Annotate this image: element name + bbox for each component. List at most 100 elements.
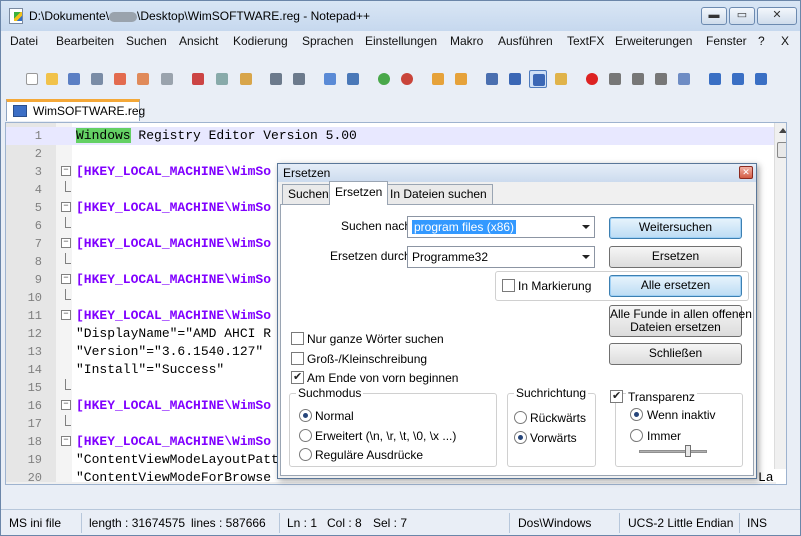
menu-datei[interactable]: Datei xyxy=(10,34,38,48)
menu-ausfuehren[interactable]: Ausführen xyxy=(498,34,553,48)
line-number: 18 xyxy=(27,435,42,449)
mode-regex-radio[interactable] xyxy=(299,448,312,461)
mode-extended-radio[interactable] xyxy=(299,429,312,442)
wrap-around-checkbox[interactable] xyxy=(291,370,304,384)
menu-erweiterungen[interactable]: Erweiterungen xyxy=(615,34,692,48)
word-wrap-icon[interactable] xyxy=(483,70,501,88)
tab-in-dateien-suchen[interactable]: In Dateien suchen xyxy=(384,184,493,204)
fold-toggle-icon[interactable]: − xyxy=(61,436,71,446)
scroll-up-icon[interactable] xyxy=(779,128,786,133)
menu-ansicht[interactable]: Ansicht xyxy=(179,34,218,48)
horizontal-scrollbar[interactable] xyxy=(6,482,776,485)
cut-icon[interactable] xyxy=(189,70,207,88)
user-lang-icon[interactable] xyxy=(552,70,570,88)
save-all-icon[interactable] xyxy=(88,70,106,88)
fold-toggle-icon[interactable]: − xyxy=(61,310,71,320)
fold-toggle-icon[interactable]: − xyxy=(61,400,71,410)
fold-toggle-icon[interactable]: − xyxy=(61,274,71,284)
find-next-button[interactable]: Weitersuchen xyxy=(609,217,742,239)
in-selection-checkbox[interactable] xyxy=(502,279,515,292)
fold-toggle-icon[interactable]: − xyxy=(61,166,71,176)
document-tabs: WimSOFTWARE.reg xyxy=(1,99,800,121)
arrow-up-icon[interactable] xyxy=(729,70,747,88)
minimize-button[interactable]: ▬ xyxy=(701,7,727,25)
transparency-slider[interactable] xyxy=(639,450,707,453)
transparency-inactive-radio[interactable] xyxy=(630,408,643,421)
collapse-icon[interactable] xyxy=(706,70,724,88)
close-file-icon[interactable] xyxy=(111,70,129,88)
vertical-scroll-thumb[interactable] xyxy=(777,142,786,158)
replace-all-button[interactable]: Alle ersetzen xyxy=(609,275,742,297)
menu-fenster[interactable]: Fenster xyxy=(706,34,747,48)
new-file-icon[interactable] xyxy=(23,70,41,88)
arrow-down-icon[interactable] xyxy=(752,70,770,88)
mode-normal-radio[interactable] xyxy=(299,409,312,422)
chevron-down-icon[interactable] xyxy=(582,255,590,259)
undo-icon[interactable] xyxy=(267,70,285,88)
dialog-title: Ersetzen xyxy=(283,166,331,180)
transparency-inactive-label: Wenn inaktiv xyxy=(647,408,716,422)
replace-combo[interactable]: Programme32 xyxy=(407,246,595,268)
menu-suchen[interactable]: Suchen xyxy=(126,34,167,48)
line-number: 14 xyxy=(27,363,42,377)
macro-play-multiple-icon[interactable] xyxy=(652,70,670,88)
zoom-out-icon[interactable] xyxy=(398,70,416,88)
menu-sprachen[interactable]: Sprachen xyxy=(302,34,353,48)
macro-stop-icon[interactable] xyxy=(606,70,624,88)
transparency-slider-thumb[interactable] xyxy=(685,445,691,457)
menu-kodierung[interactable]: Kodierung xyxy=(233,34,288,48)
dialog-close-icon[interactable]: ✕ xyxy=(739,166,753,179)
tab-ersetzen[interactable]: Ersetzen xyxy=(329,181,389,205)
search-combo[interactable]: program files (x86) xyxy=(407,216,595,238)
close-dialog-button[interactable]: Schließen xyxy=(609,343,742,365)
menu-textfx[interactable]: TextFX xyxy=(567,34,604,48)
indent-guide-icon[interactable] xyxy=(529,70,547,88)
horizontal-scroll-thumb[interactable] xyxy=(10,484,280,485)
match-case-checkbox[interactable] xyxy=(291,352,304,365)
line-number: 1 xyxy=(34,129,42,143)
macro-save-icon[interactable] xyxy=(675,70,693,88)
macro-play-icon[interactable] xyxy=(629,70,647,88)
menu-help[interactable]: ? xyxy=(758,34,765,48)
tab-wimsoftware-reg[interactable]: WimSOFTWARE.reg xyxy=(6,99,145,121)
transparency-checkbox[interactable] xyxy=(610,389,623,403)
print-icon[interactable] xyxy=(158,70,176,88)
maximize-button[interactable]: ▭ xyxy=(729,7,755,25)
sync-vertical-icon[interactable] xyxy=(429,70,447,88)
chevron-down-icon[interactable] xyxy=(582,225,590,229)
close-button[interactable]: ✕ xyxy=(757,7,797,25)
status-ln: Ln : 1 xyxy=(287,516,318,530)
direction-down-radio[interactable] xyxy=(514,431,527,444)
menu-einstellungen[interactable]: Einstellungen xyxy=(365,34,437,48)
search-mode-title: Suchmodus xyxy=(296,386,364,400)
sync-horizontal-icon[interactable] xyxy=(452,70,470,88)
redo-icon[interactable] xyxy=(290,70,308,88)
direction-up-radio[interactable] xyxy=(514,411,527,424)
open-file-icon[interactable] xyxy=(43,70,61,88)
macro-record-icon[interactable] xyxy=(583,70,601,88)
replace-button[interactable]: Ersetzen xyxy=(609,246,742,268)
show-all-chars-icon[interactable] xyxy=(506,70,524,88)
paste-icon[interactable] xyxy=(237,70,255,88)
tab-suchen[interactable]: Suchen xyxy=(282,184,335,204)
replace-all-open-docs-button[interactable]: Alle Funde in allen offenen Dateien erse… xyxy=(609,305,752,337)
line-text: [HKEY_LOCAL_MACHINE\WimSo xyxy=(76,308,272,323)
fold-toggle-icon[interactable]: − xyxy=(61,238,71,248)
vertical-scrollbar[interactable] xyxy=(774,123,786,469)
line-text: [HKEY_LOCAL_MACHINE\WimSo xyxy=(76,272,272,287)
close-all-icon[interactable] xyxy=(134,70,152,88)
transparency-always-radio[interactable] xyxy=(630,429,643,442)
menu-makro[interactable]: Makro xyxy=(450,34,483,48)
zoom-in-icon[interactable] xyxy=(375,70,393,88)
replace-icon[interactable] xyxy=(344,70,362,88)
menu-bearbeiten[interactable]: Bearbeiten xyxy=(56,34,114,48)
find-icon[interactable] xyxy=(321,70,339,88)
save-icon[interactable] xyxy=(65,70,83,88)
line-number: 11 xyxy=(27,309,42,323)
line-number: 4 xyxy=(34,183,42,197)
copy-icon[interactable] xyxy=(213,70,231,88)
fold-toggle-icon[interactable]: − xyxy=(61,202,71,212)
whole-word-checkbox[interactable] xyxy=(291,332,304,345)
title-prefix: D:\Dokumente\ xyxy=(29,9,110,23)
menu-close-doc[interactable]: X xyxy=(781,34,789,48)
